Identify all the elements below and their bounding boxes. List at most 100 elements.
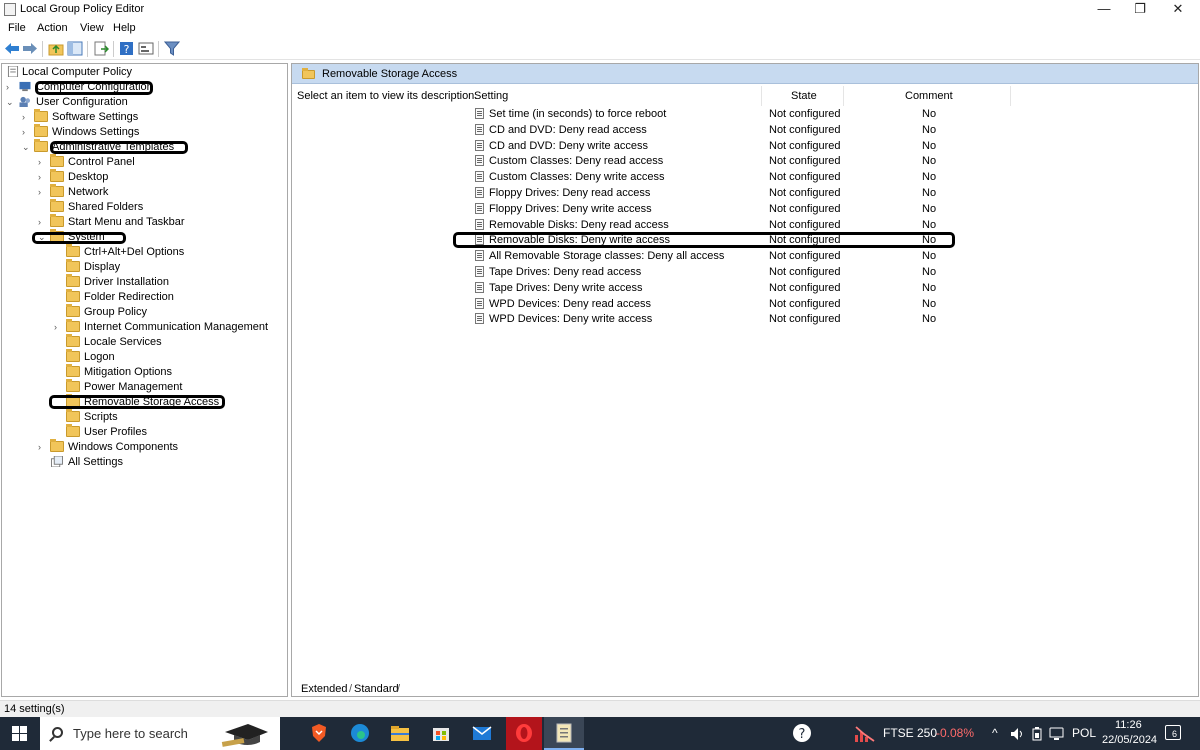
edge-browser-icon[interactable] xyxy=(350,723,370,743)
tree-node[interactable]: › Control Panel xyxy=(38,154,283,170)
filter-icon[interactable] xyxy=(164,41,180,56)
tree-desktop[interactable]: Desktop xyxy=(68,171,108,183)
windows-start-icon[interactable] xyxy=(12,726,27,741)
tree-software-settings[interactable]: Software Settings xyxy=(52,111,138,123)
tree-node[interactable]: All Settings xyxy=(38,455,283,470)
column-comment[interactable]: Comment xyxy=(905,90,953,102)
tree-windows-settings[interactable]: Windows Settings xyxy=(52,126,139,138)
menu-help[interactable]: Help xyxy=(113,22,136,34)
tree-user-profiles[interactable]: User Profiles xyxy=(84,426,147,438)
export-list-icon[interactable] xyxy=(93,41,109,56)
expand-chevron-icon[interactable]: › xyxy=(6,81,15,93)
tree-node[interactable]: Display xyxy=(54,259,284,275)
tree-node[interactable]: ⌄ User Configuration xyxy=(6,95,286,110)
tree-node[interactable]: Scripts xyxy=(54,409,284,425)
tree-start-menu-and-taskbar[interactable]: Start Menu and Taskbar xyxy=(68,216,185,228)
tree-node[interactable]: Folder Redirection xyxy=(54,289,284,305)
column-divider[interactable] xyxy=(1010,86,1011,106)
collapse-chevron-icon[interactable]: ⌄ xyxy=(22,141,31,153)
setting-row[interactable]: CD and DVD: Deny read access Not configur… xyxy=(472,122,1032,138)
tab-standard[interactable]: Standard xyxy=(354,683,399,695)
column-setting[interactable]: Setting xyxy=(474,90,508,102)
tree-windows-components[interactable]: Windows Components xyxy=(68,441,178,453)
back-arrow-icon[interactable] xyxy=(4,41,20,56)
expand-chevron-icon[interactable]: › xyxy=(38,171,47,183)
graduation-cap-icon[interactable] xyxy=(220,720,270,748)
tree-locale-services[interactable]: Locale Services xyxy=(84,336,162,348)
tree-node[interactable]: Shared Folders xyxy=(38,199,283,215)
ticker-change[interactable]: -0.08% xyxy=(936,726,974,740)
setting-row[interactable]: All Removable Storage classes: Deny all … xyxy=(472,248,1032,264)
tree-node[interactable]: › Windows Components xyxy=(38,439,283,455)
column-divider[interactable] xyxy=(761,86,762,106)
tree-node[interactable]: › Desktop xyxy=(38,169,283,185)
setting-row[interactable]: WPD Devices: Deny write access Not config… xyxy=(472,311,1032,327)
close-button[interactable]: ✕ xyxy=(1159,0,1197,20)
help-icon[interactable]: ? xyxy=(119,41,135,56)
tree-node[interactable]: › Network xyxy=(38,184,283,200)
tree-node[interactable]: Mitigation Options xyxy=(54,364,284,380)
tree-ctrl-alt-del-options[interactable]: Ctrl+Alt+Del Options xyxy=(84,246,184,258)
minimize-button[interactable]: — xyxy=(1085,0,1123,20)
tree-node[interactable]: Logon xyxy=(54,349,284,365)
group-policy-taskbar-button[interactable] xyxy=(544,717,584,750)
tree-display[interactable]: Display xyxy=(84,261,120,273)
setting-row[interactable]: Tape Drives: Deny write access Not config… xyxy=(472,280,1032,296)
show-hidden-icons-chevron[interactable]: ^ xyxy=(992,726,998,740)
setting-row[interactable]: WPD Devices: Deny read access Not configu… xyxy=(472,296,1032,312)
expand-chevron-icon[interactable]: › xyxy=(54,321,63,333)
tree-scripts[interactable]: Scripts xyxy=(84,411,118,423)
column-state[interactable]: State xyxy=(791,90,817,102)
setting-row[interactable]: Floppy Drives: Deny write access Not conf… xyxy=(472,201,1032,217)
tree-node[interactable]: › Windows Settings xyxy=(22,124,282,140)
menu-view[interactable]: View xyxy=(80,22,104,34)
up-folder-icon[interactable] xyxy=(48,41,64,56)
tree-node[interactable]: Group Policy xyxy=(54,304,284,320)
expand-chevron-icon[interactable]: › xyxy=(38,441,47,453)
network-icon[interactable] xyxy=(1049,727,1064,741)
tree-node[interactable]: Locale Services xyxy=(54,334,284,350)
tree-node[interactable]: Power Management xyxy=(54,379,284,395)
show-hide-tree-icon[interactable] xyxy=(67,41,83,56)
opera-taskbar-button[interactable] xyxy=(506,717,542,750)
tree-node[interactable]: › Internet Communication Management xyxy=(54,319,284,335)
tree-shared-folders[interactable]: Shared Folders xyxy=(68,201,143,213)
menu-file[interactable]: File xyxy=(8,22,26,34)
file-explorer-icon[interactable] xyxy=(390,723,410,743)
taskbar-search-box[interactable]: Type here to search xyxy=(40,717,280,750)
microsoft-store-icon[interactable] xyxy=(431,723,451,743)
tree-folder-redirection[interactable]: Folder Redirection xyxy=(84,291,174,303)
tree-mitigation-options[interactable]: Mitigation Options xyxy=(84,366,172,378)
expand-chevron-icon[interactable]: › xyxy=(38,156,47,168)
tree-node[interactable]: Local Computer Policy xyxy=(6,65,286,80)
tree-network[interactable]: Network xyxy=(68,186,108,198)
tree-node[interactable]: Driver Installation xyxy=(54,274,284,290)
forward-arrow-icon[interactable] xyxy=(22,41,38,56)
speaker-icon[interactable] xyxy=(1010,727,1024,741)
stock-trend-icon[interactable] xyxy=(854,725,876,743)
tree-node[interactable]: › Start Menu and Taskbar xyxy=(38,214,283,230)
tree-control-panel[interactable]: Control Panel xyxy=(68,156,135,168)
tree-node[interactable]: Ctrl+Alt+Del Options xyxy=(54,244,284,260)
tree-node[interactable]: User Profiles xyxy=(54,424,284,440)
tree-internet-communication-management[interactable]: Internet Communication Management xyxy=(84,321,268,333)
tree-all-settings[interactable]: All Settings xyxy=(68,456,123,468)
setting-row[interactable]: Floppy Drives: Deny read access Not confi… xyxy=(472,185,1032,201)
clock-time[interactable]: 11:26 xyxy=(1115,719,1142,731)
setting-row[interactable]: Set time (in seconds) to force reboot Not… xyxy=(472,106,1032,122)
tree-logon[interactable]: Logon xyxy=(84,351,115,363)
language-indicator[interactable]: POL xyxy=(1072,726,1096,740)
tree-node[interactable]: › Software Settings xyxy=(22,109,282,125)
menu-action[interactable]: Action xyxy=(37,22,68,34)
expand-chevron-icon[interactable]: › xyxy=(38,186,47,198)
help-circle-icon[interactable]: ? xyxy=(792,723,812,743)
battery-icon[interactable] xyxy=(1031,727,1043,741)
tree-local-computer-policy[interactable]: Local Computer Policy xyxy=(22,66,132,78)
tree-group-policy[interactable]: Group Policy xyxy=(84,306,147,318)
restore-button[interactable]: ❐ xyxy=(1121,0,1159,20)
column-divider[interactable] xyxy=(843,86,844,106)
collapse-chevron-icon[interactable]: ⌄ xyxy=(6,96,15,108)
properties-icon[interactable] xyxy=(138,41,154,56)
expand-chevron-icon[interactable]: › xyxy=(22,111,31,123)
tree-driver-installation[interactable]: Driver Installation xyxy=(84,276,169,288)
